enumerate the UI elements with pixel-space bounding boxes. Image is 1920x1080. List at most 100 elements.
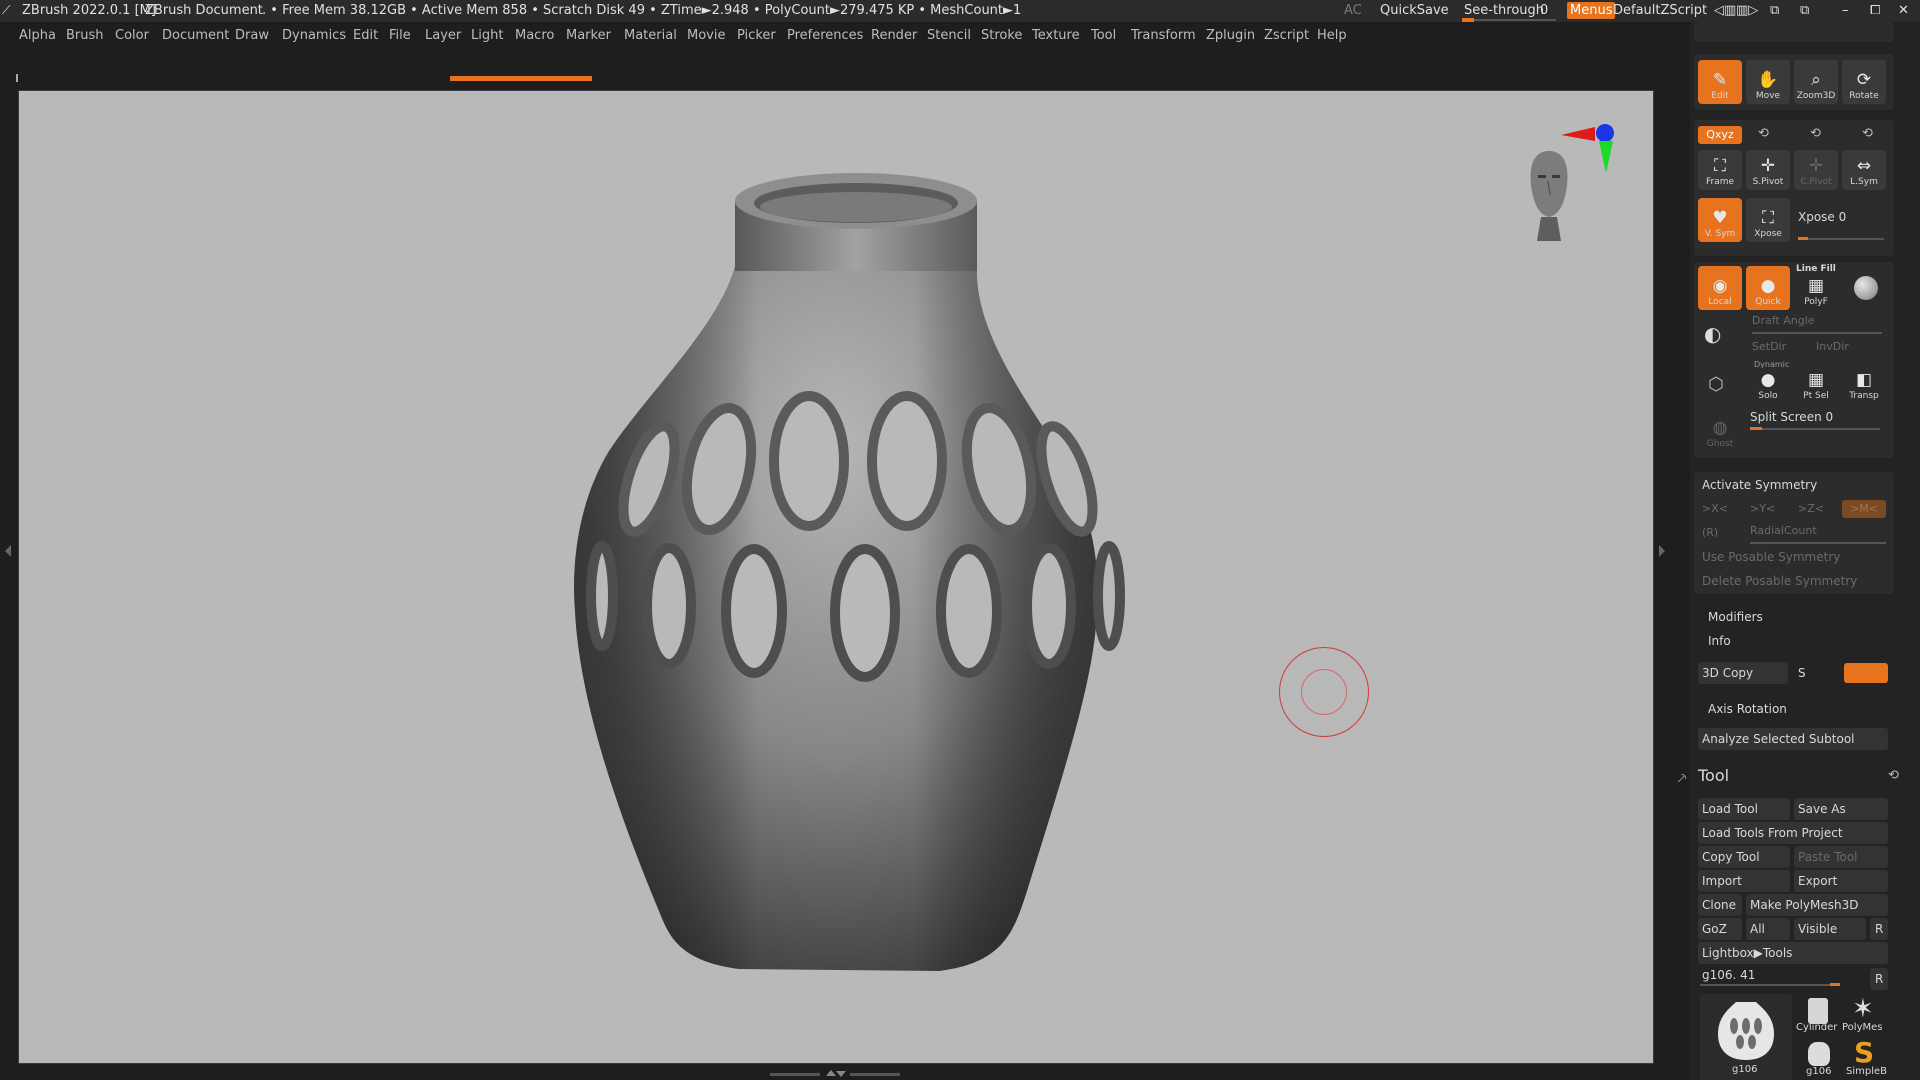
seethrough-slider[interactable] <box>1462 19 1556 21</box>
menu-light[interactable]: Light <box>471 28 503 43</box>
tile-windows-icon[interactable]: ⧉ <box>1770 3 1779 18</box>
minimize-icon[interactable]: – <box>1842 3 1849 18</box>
draft-angle-slider[interactable] <box>1752 332 1882 334</box>
layout-icon-2[interactable]: ▥▷ <box>1736 3 1758 18</box>
vase-model[interactable] <box>19 91 1653 1063</box>
axis-gizmo-icon[interactable] <box>1561 121 1641 181</box>
rotate-y-icon[interactable]: ⟲ <box>1758 126 1769 141</box>
menu-edit[interactable]: Edit <box>353 28 378 43</box>
menu-document[interactable]: Document <box>162 28 229 43</box>
right-tray-handle[interactable] <box>1658 490 1666 610</box>
xpose-slider[interactable] <box>1798 238 1884 240</box>
menu-zscript[interactable]: Zscript <box>1264 28 1309 43</box>
menus-toggle[interactable]: Menus <box>1567 2 1616 19</box>
tool-thumbnail-g106-small[interactable]: g106 <box>1796 1040 1840 1080</box>
goz-button[interactable]: GoZ <box>1698 918 1742 940</box>
info-section[interactable]: Info <box>1708 634 1731 648</box>
material-sphere-icon[interactable] <box>1854 276 1878 300</box>
copy-tool-button[interactable]: Copy Tool <box>1698 846 1790 868</box>
paste-tool-button[interactable]: Paste Tool <box>1794 846 1888 868</box>
clone-button[interactable]: Clone <box>1698 894 1742 916</box>
maximize-icon[interactable]: ⧠ <box>1870 3 1880 18</box>
vsym-button[interactable]: ♥ V. Sym <box>1698 198 1742 242</box>
activate-symmetry-button[interactable]: Activate Symmetry <box>1702 478 1817 492</box>
menu-draw[interactable]: Draw <box>235 28 269 43</box>
spivot-button[interactable]: ✛ S.Pivot <box>1746 150 1790 190</box>
ghost-button[interactable]: ◍ Ghost <box>1698 412 1742 452</box>
menu-movie[interactable]: Movie <box>687 28 725 43</box>
quick-button[interactable]: ● Quick <box>1746 266 1790 310</box>
tool-thumbnail-cylinder[interactable]: Cylinder <box>1796 994 1840 1038</box>
menu-help[interactable]: Help <box>1317 28 1347 43</box>
cpivot-button[interactable]: ✛ C.Pivot <box>1794 150 1838 190</box>
tool-section-title[interactable]: Tool <box>1698 766 1729 785</box>
menu-macro[interactable]: Macro <box>515 28 554 43</box>
edit-button[interactable]: ✎ Edit <box>1698 60 1742 104</box>
close-icon[interactable]: ✕ <box>1898 3 1909 18</box>
quicksave-button[interactable]: QuickSave <box>1380 3 1449 18</box>
window-arrange-icon[interactable]: ⧉ <box>1800 3 1809 18</box>
menu-preferences[interactable]: Preferences <box>787 28 863 43</box>
save-as-button[interactable]: Save As <box>1794 798 1888 820</box>
import-button[interactable]: Import <box>1698 870 1790 892</box>
setdir-button[interactable]: SetDir <box>1752 340 1786 353</box>
radial-r-toggle[interactable]: (R) <box>1702 526 1718 539</box>
seethrough-label[interactable]: See-through <box>1464 3 1544 18</box>
lsym-button[interactable]: ⇔ L.Sym <box>1842 150 1886 190</box>
menu-layer[interactable]: Layer <box>425 28 461 43</box>
split-screen-label[interactable]: Split Screen 0 <box>1750 410 1833 424</box>
menu-file[interactable]: File <box>389 28 411 43</box>
default-zscript[interactable]: DefaultZScript <box>1613 3 1707 18</box>
make-polymesh3d-button[interactable]: Make PolyMesh3D <box>1746 894 1888 916</box>
xpose-button[interactable]: ⛶ Xpose <box>1746 198 1790 242</box>
menu-render[interactable]: Render <box>871 28 917 43</box>
goz-r-button[interactable]: R <box>1870 918 1888 940</box>
radialcount-label[interactable]: RadialCount <box>1750 524 1817 537</box>
bottom-tray-handle[interactable] <box>770 1070 900 1078</box>
tool-thumbnail-active[interactable]: g106 <box>1700 994 1792 1080</box>
menu-stroke[interactable]: Stroke <box>981 28 1022 43</box>
use-posable-symmetry[interactable]: Use Posable Symmetry <box>1702 550 1840 564</box>
invdir-button[interactable]: InvDir <box>1816 340 1849 353</box>
ptsel-button[interactable]: ▦ Pt Sel <box>1794 368 1838 404</box>
move-button[interactable]: ✋ Move <box>1746 60 1790 104</box>
lightbox-tools-button[interactable]: Lightbox▶Tools <box>1698 942 1888 964</box>
delete-posable-symmetry[interactable]: Delete Posable Symmetry <box>1702 574 1857 588</box>
modifiers-section[interactable]: Modifiers <box>1708 610 1763 624</box>
menu-brush[interactable]: Brush <box>66 28 104 43</box>
rotate-button[interactable]: ⟳ Rotate <box>1842 60 1886 104</box>
menu-dynamics[interactable]: Dynamics <box>282 28 346 43</box>
contrast-toggle-icon[interactable]: ◐ <box>1704 322 1721 346</box>
load-tools-from-project-button[interactable]: Load Tools From Project <box>1698 822 1888 844</box>
refresh-icon[interactable]: ⟲ <box>1888 768 1899 783</box>
sym-z-toggle[interactable]: >Z< <box>1798 502 1824 515</box>
sym-m-toggle[interactable]: >M< <box>1842 500 1886 518</box>
cube-icon[interactable]: ⬡ <box>1708 374 1724 395</box>
xpose-slider-label[interactable]: Xpose 0 <box>1798 210 1846 224</box>
menu-zplugin[interactable]: Zplugin <box>1206 28 1255 43</box>
tool-thumbnail-simplebrush[interactable]: S SimpleB <box>1842 1036 1890 1080</box>
menu-material[interactable]: Material <box>624 28 677 43</box>
analyze-subtool-button[interactable]: Analyze Selected Subtool <box>1698 728 1888 750</box>
menu-picker[interactable]: Picker <box>737 28 776 43</box>
goz-visible-button[interactable]: Visible <box>1794 918 1866 940</box>
rotate-z-icon[interactable]: ⟲ <box>1810 126 1821 141</box>
menu-transform[interactable]: Transform <box>1131 28 1196 43</box>
current-tool-name[interactable]: g106. 41 <box>1702 968 1755 982</box>
menu-tool[interactable]: Tool <box>1091 28 1116 43</box>
local-button[interactable]: ◉ Local <box>1698 266 1742 310</box>
draft-angle-label[interactable]: Draft Angle <box>1752 314 1815 327</box>
load-tool-button[interactable]: Load Tool <box>1698 798 1790 820</box>
export-button[interactable]: Export <box>1794 870 1888 892</box>
frame-button[interactable]: ⛶ Frame <box>1698 150 1742 190</box>
axis-rotation-section[interactable]: Axis Rotation <box>1708 702 1787 716</box>
tool-pin-icon[interactable]: ⸕ <box>1676 766 1688 788</box>
zoom3d-button[interactable]: ⌕ Zoom3D <box>1794 60 1838 104</box>
seethrough-value[interactable]: 0 <box>1540 3 1548 18</box>
polyf-button[interactable]: ▦ PolyF <box>1794 272 1838 310</box>
split-screen-slider[interactable] <box>1750 428 1880 430</box>
menu-alpha[interactable]: Alpha <box>19 28 56 43</box>
ac-toggle[interactable]: AC <box>1344 3 1362 18</box>
3d-copy-button[interactable]: 3D Copy <box>1698 662 1788 684</box>
copy3d-value-field[interactable] <box>1844 663 1888 683</box>
